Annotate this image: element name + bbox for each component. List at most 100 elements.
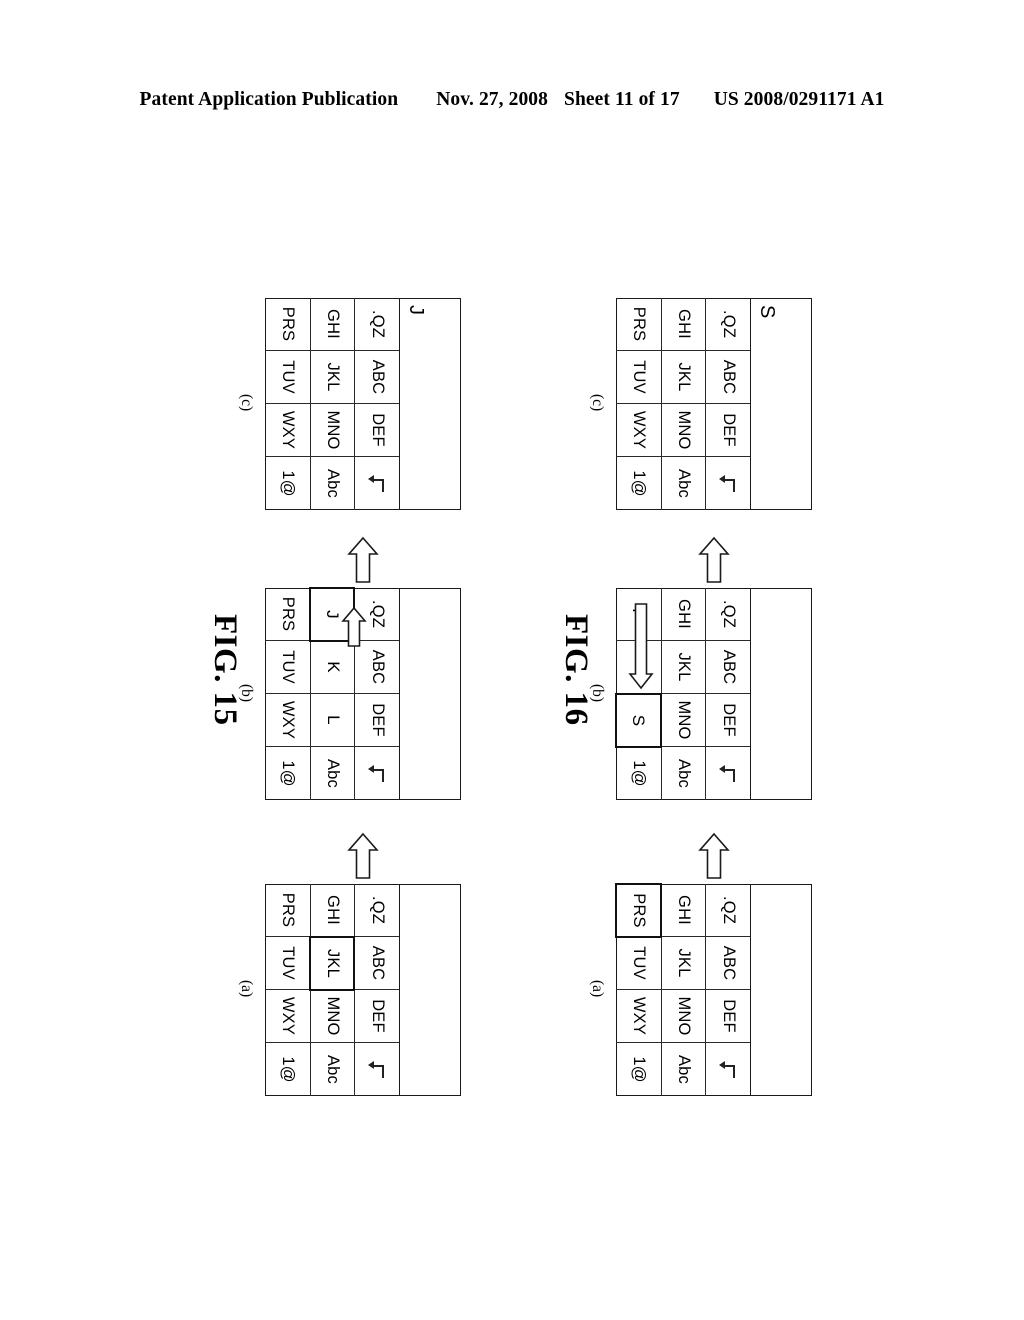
key-tuv[interactable]: TUV (616, 937, 661, 990)
key-prs[interactable]: PRS (265, 298, 310, 351)
key-label: GHI (324, 309, 343, 339)
key-label: WXY (278, 700, 297, 740)
key-def[interactable]: DEF (354, 990, 399, 1043)
key-abc[interactable]: Abc (309, 747, 355, 800)
key-abc[interactable]: Abc (660, 457, 706, 510)
key-label: 1@ (278, 470, 297, 497)
key-mno[interactable]: MNO (660, 990, 706, 1043)
key-wxy[interactable]: WXY (616, 404, 661, 457)
enter-key-icon (719, 1061, 735, 1078)
key-tuv[interactable]: TUV (616, 351, 661, 404)
key-label: PRS (278, 892, 297, 928)
key-prs[interactable]: PRS (265, 588, 310, 641)
key-qz[interactable]: .QZ (705, 298, 750, 351)
key-qz[interactable]: .QZ (705, 884, 750, 937)
key-label: MNO (324, 410, 343, 450)
key-ghi[interactable]: GHI (660, 884, 706, 937)
enter-key-icon (368, 475, 384, 492)
key-enter[interactable] (705, 747, 750, 800)
key-ghi[interactable]: GHI (309, 884, 355, 937)
key-label: Abc (324, 758, 343, 789)
key-def[interactable]: DEF (354, 694, 399, 747)
key-1[interactable]: 1@ (265, 1043, 310, 1096)
key-prs[interactable]: PRS (265, 884, 310, 937)
key-mno[interactable]: MNO (660, 404, 706, 457)
key-ghi[interactable]: GHI (660, 588, 706, 641)
key-abc[interactable]: ABC (705, 641, 750, 694)
key-prs[interactable]: PRS (615, 883, 662, 938)
key-1[interactable]: 1@ (616, 1043, 661, 1096)
key-jkl[interactable]: JKL (308, 936, 356, 991)
key-ghi[interactable]: GHI (660, 298, 706, 351)
key-abc[interactable]: Abc (309, 457, 355, 510)
key-mno[interactable]: MNO (309, 990, 355, 1043)
key-label: L (323, 715, 343, 725)
header-date: Nov. 27, 2008 (436, 89, 548, 110)
key-tuv[interactable]: TUV (265, 641, 310, 694)
key-label: TUV (278, 650, 297, 684)
key-qz[interactable]: .QZ (354, 298, 399, 351)
key-jkl[interactable]: JKL (660, 937, 706, 990)
key-qz[interactable]: .QZ (705, 588, 750, 641)
key-1[interactable]: 1@ (616, 457, 661, 510)
key-ghi[interactable]: GHI (309, 298, 355, 351)
key-wxy[interactable]: WXY (265, 694, 310, 747)
key-label: MNO (675, 410, 694, 450)
key-def[interactable]: DEF (705, 990, 750, 1043)
key-enter[interactable] (354, 1043, 399, 1096)
key-abc[interactable]: Abc (660, 1043, 706, 1096)
key-label: PRS (278, 306, 297, 342)
key-label: TUV (278, 360, 297, 394)
key-k[interactable]: K (309, 641, 355, 694)
key-1[interactable]: 1@ (265, 457, 310, 510)
key-label: ABC (719, 359, 738, 395)
key-def[interactable]: DEF (705, 694, 750, 747)
key-qz[interactable]: .QZ (354, 884, 399, 937)
key-wxy[interactable]: WXY (616, 990, 661, 1043)
display-screen: S (750, 298, 812, 510)
key-jkl[interactable]: JKL (309, 351, 355, 404)
key-tuv[interactable]: TUV (265, 937, 310, 990)
key-wxy[interactable]: WXY (265, 990, 310, 1043)
key-abc[interactable]: ABC (354, 351, 399, 404)
key-tuv[interactable]: TUV (265, 351, 310, 404)
key-abc[interactable]: ABC (705, 937, 750, 990)
key-jkl[interactable]: JKL (660, 351, 706, 404)
key-label: PRS (629, 893, 648, 928)
key-1[interactable]: 1@ (265, 747, 310, 800)
enter-key-icon (368, 1061, 384, 1078)
key-label: 1@ (629, 1056, 648, 1083)
key-label: Abc (675, 468, 694, 499)
key-label: K (323, 661, 343, 673)
key-1[interactable]: 1@ (616, 747, 661, 800)
key-def[interactable]: DEF (705, 404, 750, 457)
key-enter[interactable] (354, 747, 399, 800)
key-abc[interactable]: Abc (660, 747, 706, 800)
key-abc[interactable]: Abc (309, 1043, 355, 1096)
display-screen (750, 884, 812, 1096)
key-s[interactable]: S (615, 693, 662, 748)
figure-title: FIG. 15 (207, 614, 243, 726)
key-label: Abc (324, 468, 343, 499)
key-mno[interactable]: MNO (660, 694, 706, 747)
key-enter[interactable] (705, 1043, 750, 1096)
key-enter[interactable] (705, 457, 750, 510)
key-label: JKL (675, 948, 694, 978)
key-jkl[interactable]: JKL (660, 641, 706, 694)
key-abc[interactable]: ABC (354, 937, 399, 990)
key-enter[interactable] (354, 457, 399, 510)
keypad-panel: S .QZ ABC DEF GHI JKL MNO Abc PRS TUV WXY 1@ (616, 298, 812, 510)
figure-fig16: S .QZ ABC DEF GHI JKL MNO Abc PRS TUV WXY 1@ (c) .QZ A… (548, 288, 820, 1096)
display-screen (399, 588, 461, 800)
enter-key-icon (719, 765, 735, 782)
key-l[interactable]: L (309, 694, 355, 747)
key-prs[interactable]: PRS (616, 298, 661, 351)
key-label: JKL (323, 948, 342, 979)
selection-arrow (628, 603, 654, 690)
key-wxy[interactable]: WXY (265, 404, 310, 457)
key-abc[interactable]: ABC (354, 641, 399, 694)
key-label: TUV (278, 946, 297, 980)
key-mno[interactable]: MNO (309, 404, 355, 457)
key-def[interactable]: DEF (354, 404, 399, 457)
key-abc[interactable]: ABC (705, 351, 750, 404)
